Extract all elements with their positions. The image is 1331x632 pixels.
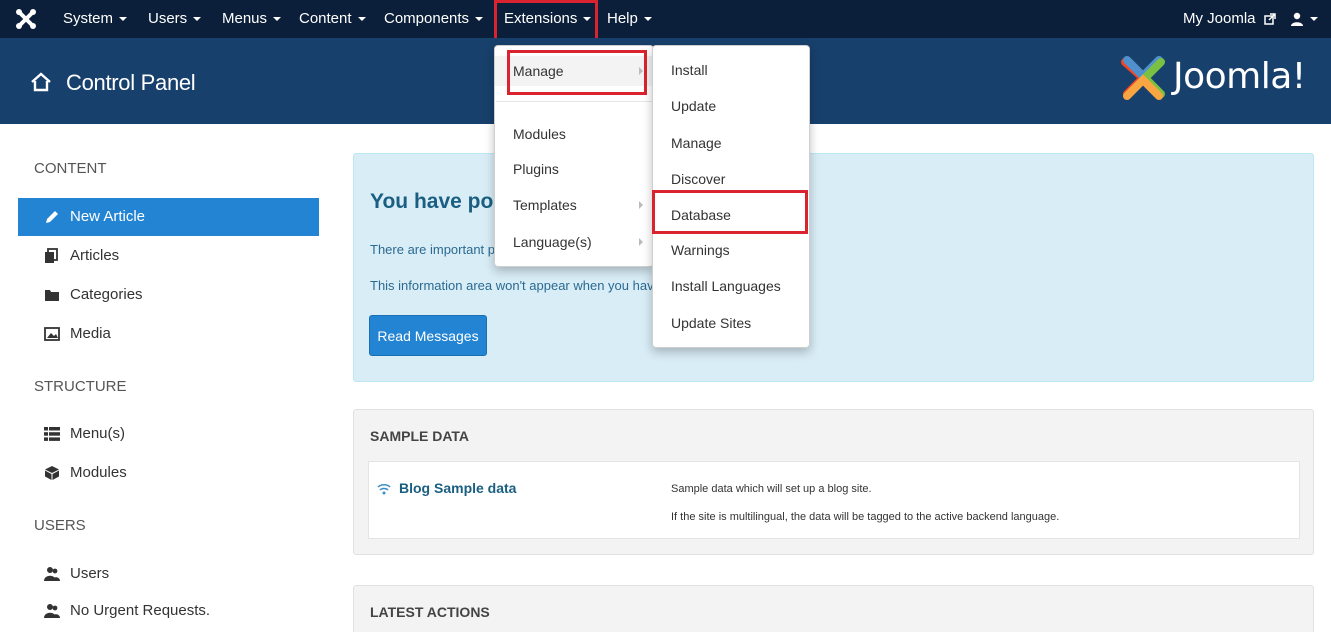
top-navbar: System Users Menus Content Components Ex… [0, 0, 1331, 38]
nav-extensions-menu[interactable]: Extensions [504, 0, 592, 38]
caret-right-icon [639, 238, 643, 246]
menu-item-languages[interactable]: Language(s) [495, 227, 653, 257]
external-link-icon [1263, 13, 1276, 25]
caret-down-icon [643, 17, 652, 22]
sidebar-item-label: Modules [70, 464, 127, 481]
sidebar-item-label: Articles [70, 247, 120, 264]
users-icon [44, 567, 60, 581]
caret-down-icon [273, 17, 282, 22]
copy-icon [45, 248, 58, 263]
alert-text-2: This information area won't appear when … [370, 278, 661, 293]
nav-system-label: System [63, 10, 114, 27]
submenu-item-update-sites[interactable]: Update Sites [653, 308, 809, 338]
caret-right-icon [639, 201, 643, 209]
caret-down-icon [193, 17, 202, 22]
manage-submenu: Install Update Manage Discover Database … [652, 45, 810, 348]
caret-right-icon [639, 67, 643, 75]
submenu-item-database[interactable]: Database [653, 200, 809, 230]
nav-menus-label: Menus [222, 10, 268, 27]
blog-sample-data-link[interactable]: Blog Sample data [399, 480, 516, 496]
extensions-dropdown: Manage Modules Plugins Templates Languag… [494, 45, 654, 267]
menu-item-label: Plugins [513, 161, 559, 177]
image-icon [44, 327, 60, 341]
nav-content-menu[interactable]: Content [299, 0, 366, 38]
sidebar-item-users[interactable]: Users [18, 555, 319, 593]
nav-extensions-label: Extensions [504, 10, 578, 27]
sample-data-heading: SAMPLE DATA [370, 428, 470, 444]
sidebar-item-label: New Article [70, 208, 146, 225]
sidebar-item-menus[interactable]: Menu(s) [18, 415, 319, 453]
menu-item-templates[interactable]: Templates [495, 190, 653, 220]
menu-item-manage[interactable]: Manage [495, 56, 653, 86]
sample-data-row: Blog Sample data Sample data which will … [368, 461, 1300, 539]
menu-item-modules[interactable]: Modules [495, 119, 653, 149]
list-icon [44, 427, 60, 441]
sidebar-item-no-urgent-requests[interactable]: No Urgent Requests. [18, 592, 319, 630]
caret-down-icon [475, 17, 484, 22]
caret-down-icon [583, 17, 592, 22]
joomla-brand-text: Joomla! [1173, 56, 1306, 97]
sidebar-item-categories[interactable]: Categories [18, 276, 319, 314]
sidebar-item-label: Menu(s) [70, 425, 126, 442]
nav-users-menu[interactable]: Users [148, 0, 202, 38]
menu-item-label: Modules [513, 126, 566, 142]
sidebar-item-media[interactable]: Media [18, 315, 319, 353]
sidebar-item-articles[interactable]: Articles [18, 237, 319, 275]
sidebar-heading-content: CONTENT [34, 160, 107, 177]
sidebar-heading-structure: STRUCTURE [34, 378, 127, 395]
caret-down-icon [119, 17, 128, 22]
cube-icon [45, 466, 59, 480]
joomla-logo-icon[interactable] [14, 7, 38, 31]
menu-item-label: Language(s) [513, 234, 592, 250]
nav-help-label: Help [607, 10, 638, 27]
submenu-item-manage[interactable]: Manage [653, 128, 809, 158]
home-icon [31, 72, 51, 92]
submenu-item-install[interactable]: Install [653, 55, 809, 85]
user-menu[interactable] [1290, 0, 1318, 38]
caret-down-icon [357, 17, 366, 22]
latest-actions-heading: LATEST ACTIONS [370, 604, 490, 620]
nav-system-menu[interactable]: System [63, 0, 128, 38]
nav-help-menu[interactable]: Help [607, 0, 652, 38]
submenu-item-warnings[interactable]: Warnings [653, 235, 809, 265]
wifi-icon [377, 484, 391, 495]
sidebar-item-label: Media [70, 325, 111, 342]
sidebar-item-label: No Urgent Requests. [70, 602, 211, 619]
menu-divider [496, 101, 652, 102]
joomla-brand: Joomla! [1119, 54, 1313, 104]
my-joomla-label: My Joomla [1183, 10, 1256, 27]
menu-item-label: Templates [513, 197, 577, 213]
nav-users-label: Users [148, 10, 188, 27]
users-icon [44, 604, 60, 618]
sidebar-item-label: Categories [70, 286, 143, 303]
submenu-item-update[interactable]: Update [653, 91, 809, 121]
read-messages-button[interactable]: Read Messages [369, 315, 487, 356]
page-title: Control Panel [66, 70, 196, 95]
sidebar-item-modules[interactable]: Modules [18, 454, 319, 492]
nav-menus-menu[interactable]: Menus [222, 0, 282, 38]
submenu-item-install-languages[interactable]: Install Languages [653, 271, 809, 301]
menu-item-label: Manage [513, 63, 564, 79]
submenu-item-discover[interactable]: Discover [653, 164, 809, 194]
sidebar-heading-users: USERS [34, 517, 86, 534]
sidebar-item-label: Users [70, 565, 110, 582]
latest-actions-panel: LATEST ACTIONS [353, 585, 1314, 632]
nav-components-label: Components [384, 10, 470, 27]
alert-text-1: There are important p [370, 242, 496, 257]
my-joomla-link[interactable]: My Joomla [1183, 0, 1276, 38]
sidebar-item-new-article[interactable]: New Article [18, 198, 319, 236]
nav-content-label: Content [299, 10, 352, 27]
sample-data-description-1: Sample data which will set up a blog sit… [671, 483, 872, 495]
caret-down-icon [1310, 17, 1318, 22]
sample-data-panel: SAMPLE DATA Blog Sample data Sample data… [353, 409, 1314, 555]
nav-components-menu[interactable]: Components [384, 0, 484, 38]
folder-icon [45, 290, 59, 301]
user-icon [1291, 12, 1303, 27]
joomla-brand-icon [1121, 56, 1165, 100]
menu-item-plugins[interactable]: Plugins [495, 154, 653, 184]
pencil-icon [46, 211, 58, 223]
sample-data-description-2: If the site is multilingual, the data wi… [671, 511, 1060, 523]
